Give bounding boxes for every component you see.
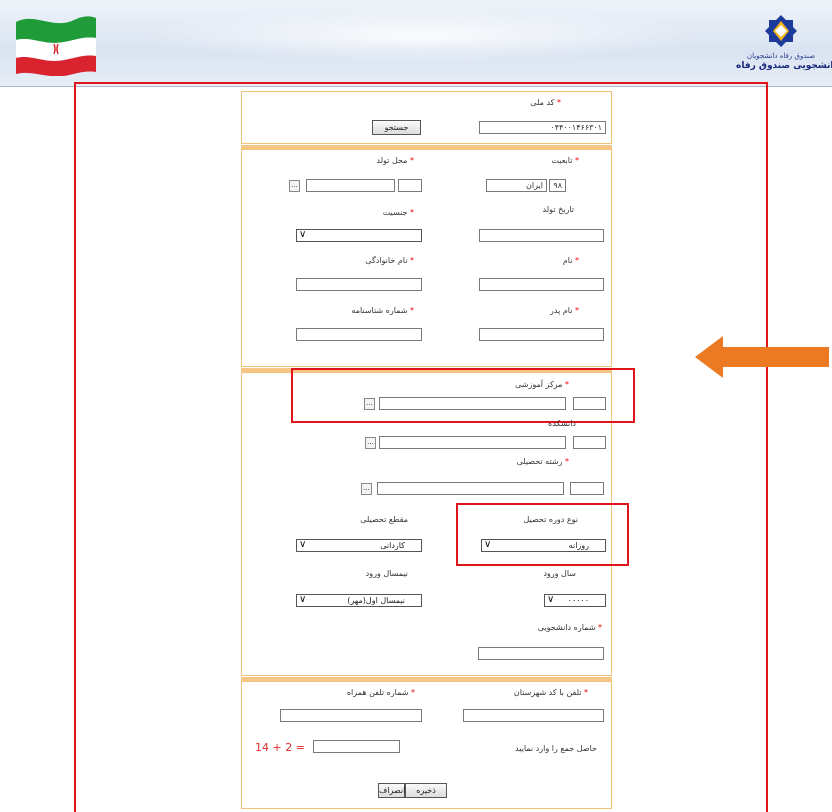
major-lookup-button[interactable]: ...	[361, 483, 372, 495]
nationality-code-input[interactable]: ۹۸	[549, 179, 566, 192]
entry-semester-select[interactable]: ∨ نیمسال اول(مهر)	[296, 594, 422, 607]
gender-label: * جنسیت	[382, 208, 414, 217]
first-name-label: * نام	[562, 256, 579, 265]
fund-emblem-icon	[765, 15, 797, 47]
entry-year-label: سال ورود	[543, 569, 576, 578]
degree-select[interactable]: ∨ کاردانی	[296, 539, 422, 552]
nationality-label: * تابعیت	[551, 156, 579, 165]
birthdate-input[interactable]	[479, 229, 604, 242]
major-label: * رشته تحصیلی	[516, 457, 569, 466]
center-highlight-box	[291, 368, 635, 423]
id-number-input[interactable]	[296, 328, 422, 341]
mobile-input[interactable]	[280, 709, 422, 722]
degree-label: مقطع تحصیلی	[360, 515, 408, 524]
id-number-label: * شماره شناسنامه	[351, 306, 414, 315]
birthplace-label: * محل تولد	[376, 156, 414, 165]
entry-semester-label: نیمسال ورود	[365, 569, 408, 578]
gender-select[interactable]: ∨	[296, 229, 422, 242]
logo-title: پورتال دانشجویی صندوق رفاه	[736, 61, 832, 71]
student-number-input[interactable]	[478, 647, 604, 660]
national-code-input[interactable]: ۰۴۴۰۰۱۴۶۶۳۰۱	[479, 121, 606, 134]
captcha-label: حاصل جمع را وارد نمایید	[515, 744, 597, 753]
faculty-lookup-button[interactable]: ...	[365, 437, 376, 449]
birthplace-lookup-button[interactable]: ...	[289, 180, 300, 192]
birthplace-code-input[interactable]	[398, 179, 422, 192]
fund-logo[interactable]: صندوق رفاه دانشجویان پورتال دانشجویی صند…	[736, 14, 832, 82]
captcha-input[interactable]	[313, 740, 400, 753]
orange-arrow-icon	[695, 336, 829, 378]
phone-label: * تلفن با کد شهرستان	[513, 688, 588, 697]
student-number-label: * شماره دانشجویی	[537, 623, 602, 632]
header-decoration	[140, 8, 700, 63]
search-button[interactable]: جستجو	[372, 120, 421, 135]
birthplace-name-input[interactable]	[306, 179, 395, 192]
father-name-input[interactable]	[479, 328, 604, 341]
national-code-label: * کد ملی	[530, 98, 561, 107]
logo-subtitle: صندوق رفاه دانشجویان	[746, 52, 816, 60]
birthdate-label: تاریخ تولد	[542, 205, 574, 214]
last-name-label: * نام خانوادگی	[365, 256, 414, 265]
first-name-input[interactable]	[479, 278, 604, 291]
entry-year-select[interactable]: ∨ ۰۰۰۰۰	[544, 594, 606, 607]
phone-input[interactable]	[463, 709, 604, 722]
father-name-label: * نام پدر	[550, 306, 579, 315]
course-type-highlight-box	[456, 503, 629, 566]
faculty-code-input[interactable]	[573, 436, 606, 449]
major-code-input[interactable]	[570, 482, 604, 495]
captcha-expression: 14 + 2 =	[255, 741, 305, 754]
cancel-button[interactable]: انصراف	[378, 783, 405, 798]
faculty-name-input[interactable]	[379, 436, 566, 449]
mobile-label: * شماره تلفن همراه	[346, 688, 415, 697]
faculty-label: دانشکده	[548, 419, 576, 428]
iran-flag-icon	[16, 16, 96, 76]
nationality-name-input[interactable]: ایران	[486, 179, 547, 192]
major-name-input[interactable]	[377, 482, 564, 495]
last-name-input[interactable]	[296, 278, 422, 291]
save-button[interactable]: ذخیره	[405, 783, 447, 798]
